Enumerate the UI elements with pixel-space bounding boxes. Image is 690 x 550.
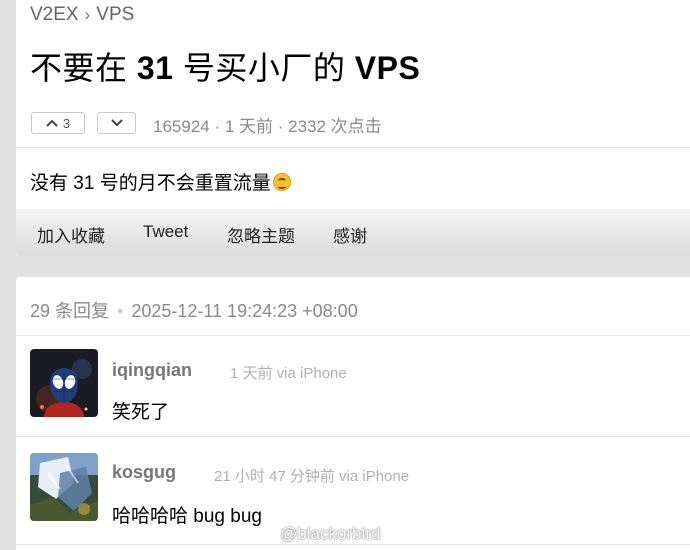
topic-toolbar: 加入收藏 Tweet 忽略主题 感谢 [16, 209, 690, 256]
upside-down-face-emoji [272, 173, 291, 191]
divider [16, 335, 690, 336]
reply-username[interactable]: iqingqian [112, 360, 192, 381]
divider [16, 147, 690, 148]
chevron-down-icon [110, 119, 123, 127]
reply-count-header: 29 条回复 • 2025-12-11 19:24:23 +08:00 [30, 297, 358, 323]
spiderman-avatar-icon [30, 349, 98, 417]
upvote-button[interactable]: 3 [31, 112, 85, 134]
topic-card: V2EX › VPS 不要在 31 号买小厂的 VPS 3 165924 · 1 天… [16, 0, 690, 256]
reply-text: 笑死了 [112, 402, 170, 423]
downvote-button[interactable] [97, 112, 136, 134]
reply-count: 29 条回复 [30, 301, 110, 321]
title-part-bold: VPS [354, 50, 421, 86]
breadcrumb-site-link[interactable]: V2EX [30, 4, 79, 25]
reply-time: 21 小时 47 分钟前 via iPhone [214, 468, 410, 485]
divider [16, 544, 690, 545]
reply-separator-dot: • [117, 301, 124, 321]
avatar[interactable] [30, 453, 98, 521]
reply-time: 1 天前 via iPhone [230, 365, 347, 382]
title-part: 不要在 [30, 50, 137, 86]
replies-card: 29 条回复 • 2025-12-11 19:24:23 +08:00 iqingq… [16, 277, 690, 550]
page-title: 不要在 31 号买小厂的 VPS [30, 43, 420, 89]
upvote-count: 3 [62, 115, 71, 131]
chevron-up-icon [46, 119, 58, 127]
breadcrumb-node-link[interactable]: VPS [96, 4, 134, 25]
topic-content: 没有 31 号的月不会重置流量 [30, 168, 291, 195]
topic-content-text: 没有 31 号的月不会重置流量 [30, 173, 271, 194]
title-part-bold: 31 [136, 50, 174, 86]
favorite-button[interactable]: 加入收藏 [37, 222, 105, 247]
reply-text: 哈哈哈哈 bug bug [112, 506, 262, 527]
ignore-topic-button[interactable]: 忽略主题 [227, 222, 295, 247]
last-reply-timestamp: 2025-12-11 19:24:23 +08:00 [131, 301, 358, 321]
tweet-button[interactable]: Tweet [143, 222, 188, 242]
title-part: 号买小厂的 [173, 50, 355, 86]
thanks-button[interactable]: 感谢 [333, 222, 367, 247]
reply-username[interactable]: kosgug [112, 462, 176, 483]
watermark: @blackorbird [280, 524, 380, 544]
breadcrumb-separator: › [84, 5, 91, 24]
breadcrumb: V2EX › VPS [30, 4, 134, 26]
topic-meta: 165924 · 1 天前 · 2332 次点击 [153, 117, 382, 136]
watermark-text: @blackorbird [280, 524, 381, 543]
abstract-avatar-icon [30, 453, 98, 521]
avatar[interactable] [30, 349, 98, 417]
divider [16, 436, 690, 437]
